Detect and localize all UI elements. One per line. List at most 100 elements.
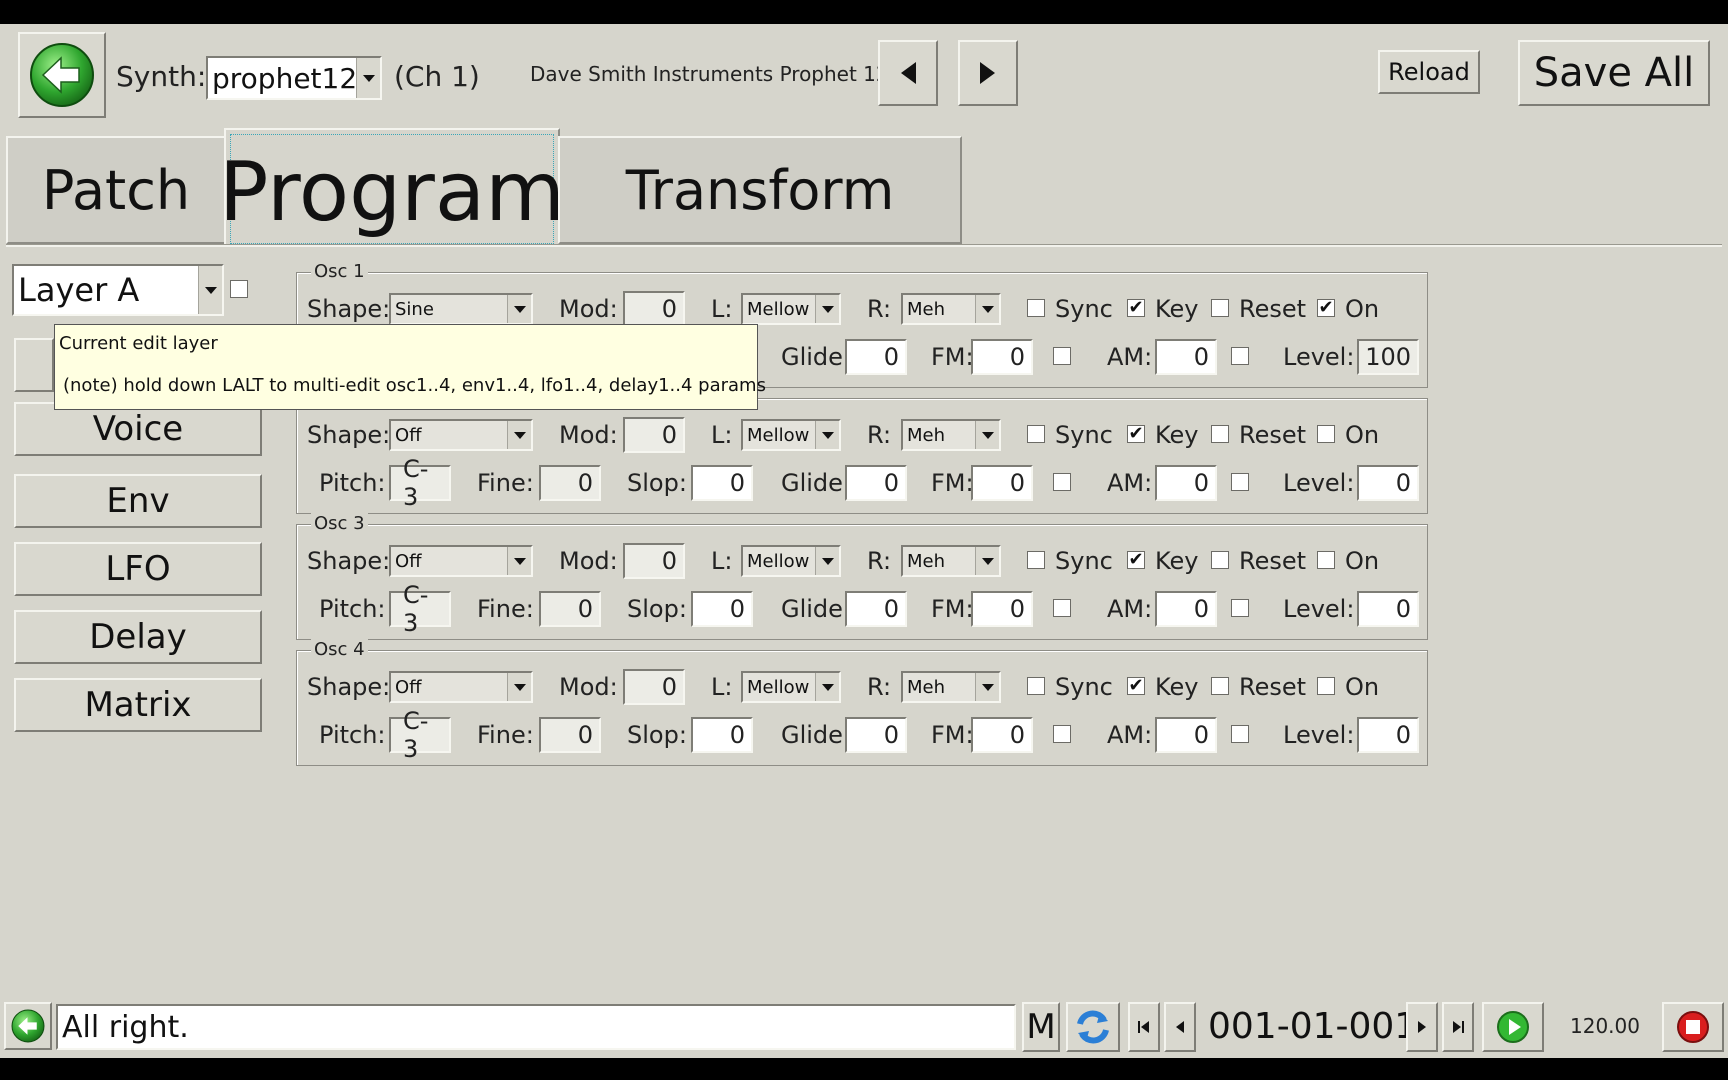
reset-label: Reset xyxy=(1239,547,1307,575)
go-to-start-button[interactable] xyxy=(1128,1002,1160,1052)
env-button[interactable]: Env xyxy=(14,474,262,528)
pitch-input[interactable]: C-3 xyxy=(389,455,451,511)
mod-input[interactable]: 0 xyxy=(623,417,685,453)
shape-select[interactable]: Off xyxy=(389,671,533,703)
glide-input[interactable]: 0 xyxy=(845,465,907,501)
status-back-button[interactable] xyxy=(4,1002,52,1050)
step-forward-button[interactable] xyxy=(1406,1002,1438,1052)
glide-input[interactable]: 0 xyxy=(845,591,907,627)
loop-toggle-button[interactable] xyxy=(1066,1002,1120,1052)
fm-input[interactable]: 0 xyxy=(971,717,1033,753)
sync-checkbox[interactable] xyxy=(1027,425,1045,443)
sync-checkbox[interactable] xyxy=(1027,551,1045,569)
pitch-input[interactable]: C-3 xyxy=(389,707,451,763)
oscillator-group: Osc 2Shape:OffMod:0L:MellowR:MehSync✔Key… xyxy=(296,387,1428,514)
r-select[interactable]: Meh xyxy=(901,293,1001,325)
fm-input[interactable]: 0 xyxy=(971,591,1033,627)
m-button[interactable]: M xyxy=(1022,1002,1060,1052)
fine-input[interactable]: 0 xyxy=(539,717,601,753)
save-all-button[interactable]: Save All xyxy=(1518,40,1710,106)
am-input[interactable]: 0 xyxy=(1155,717,1217,753)
layer-select[interactable]: Layer A xyxy=(12,264,224,316)
on-checkbox[interactable] xyxy=(1317,677,1335,695)
glide-input[interactable]: 0 xyxy=(845,339,907,375)
fm-checkbox[interactable] xyxy=(1053,725,1071,743)
shape-select[interactable]: Sine xyxy=(389,293,533,325)
key-checkbox[interactable]: ✔ xyxy=(1127,425,1145,443)
lfo-button[interactable]: LFO xyxy=(14,542,262,596)
layer-checkbox[interactable] xyxy=(230,280,248,298)
on-checkbox[interactable] xyxy=(1317,551,1335,569)
delay-button[interactable]: Delay xyxy=(14,610,262,664)
r-select[interactable]: Meh xyxy=(901,671,1001,703)
reset-checkbox[interactable] xyxy=(1211,299,1229,317)
shape-select[interactable]: Off xyxy=(389,419,533,451)
on-checkbox[interactable]: ✔ xyxy=(1317,299,1335,317)
tab-baseline xyxy=(6,244,1722,247)
tab-patch[interactable]: Patch xyxy=(6,136,226,244)
am-checkbox[interactable] xyxy=(1231,599,1249,617)
fm-input[interactable]: 0 xyxy=(971,339,1033,375)
l-select[interactable]: Mellow xyxy=(741,671,841,703)
am-input[interactable]: 0 xyxy=(1155,339,1217,375)
r-select[interactable]: Meh xyxy=(901,545,1001,577)
play-button[interactable] xyxy=(1482,1002,1544,1052)
r-select[interactable]: Meh xyxy=(901,419,1001,451)
prev-synth-button[interactable] xyxy=(878,40,938,106)
key-checkbox[interactable]: ✔ xyxy=(1127,551,1145,569)
back-button[interactable] xyxy=(18,32,106,118)
fm-checkbox[interactable] xyxy=(1053,599,1071,617)
l-select[interactable]: Mellow xyxy=(741,419,841,451)
fm-checkbox[interactable] xyxy=(1053,347,1071,365)
l-select[interactable]: Mellow xyxy=(741,293,841,325)
go-to-end-button[interactable] xyxy=(1442,1002,1474,1052)
reset-checkbox[interactable] xyxy=(1211,677,1229,695)
matrix-button[interactable]: Matrix xyxy=(14,678,262,732)
am-input[interactable]: 0 xyxy=(1155,465,1217,501)
fine-input[interactable]: 0 xyxy=(539,591,601,627)
l-select[interactable]: Mellow xyxy=(741,545,841,577)
device-name: Dave Smith Instruments Prophet 12 xyxy=(530,62,889,86)
mod-input[interactable]: 0 xyxy=(623,291,685,327)
tab-transform[interactable]: Transform xyxy=(558,136,962,244)
fm-checkbox[interactable] xyxy=(1053,473,1071,491)
pitch-input[interactable]: C-3 xyxy=(389,581,451,637)
reset-checkbox[interactable] xyxy=(1211,425,1229,443)
stop-button[interactable] xyxy=(1662,1002,1724,1052)
chevron-down-icon-shape xyxy=(821,431,834,439)
level-input[interactable]: 0 xyxy=(1357,465,1419,501)
key-checkbox[interactable]: ✔ xyxy=(1127,677,1145,695)
glide-input[interactable]: 0 xyxy=(845,717,907,753)
shape-select[interactable]: Off xyxy=(389,545,533,577)
step-back-button[interactable] xyxy=(1164,1002,1196,1052)
am-input[interactable]: 0 xyxy=(1155,591,1217,627)
next-synth-button[interactable] xyxy=(958,40,1018,106)
slop-input[interactable]: 0 xyxy=(691,465,753,501)
am-checkbox[interactable] xyxy=(1231,473,1249,491)
synth-select[interactable]: prophet12 xyxy=(206,56,382,100)
sync-checkbox[interactable] xyxy=(1027,299,1045,317)
tab-program[interactable]: Program xyxy=(219,128,565,246)
mod-input[interactable]: 0 xyxy=(623,669,685,705)
synth-select-value: prophet12 xyxy=(212,61,358,95)
level-input[interactable]: 0 xyxy=(1357,591,1419,627)
sync-arrows-icon xyxy=(1077,1010,1109,1044)
mod-input[interactable]: 0 xyxy=(623,543,685,579)
voice-button[interactable]: Voice xyxy=(14,402,262,456)
on-checkbox[interactable] xyxy=(1317,425,1335,443)
level-input[interactable]: 0 xyxy=(1357,717,1419,753)
slop-input[interactable]: 0 xyxy=(691,717,753,753)
reload-button[interactable]: Reload xyxy=(1378,50,1480,94)
slop-input[interactable]: 0 xyxy=(691,591,753,627)
key-checkbox[interactable]: ✔ xyxy=(1127,299,1145,317)
layer-side-button[interactable] xyxy=(14,338,54,392)
reset-checkbox[interactable] xyxy=(1211,551,1229,569)
am-checkbox[interactable] xyxy=(1231,725,1249,743)
pitch-label: Pitch: xyxy=(319,721,386,749)
sync-checkbox[interactable] xyxy=(1027,677,1045,695)
am-checkbox[interactable] xyxy=(1231,347,1249,365)
fine-input[interactable]: 0 xyxy=(539,465,601,501)
fm-input[interactable]: 0 xyxy=(971,465,1033,501)
chevron-down-icon-shape xyxy=(981,431,994,439)
level-input[interactable]: 100 xyxy=(1357,339,1419,375)
